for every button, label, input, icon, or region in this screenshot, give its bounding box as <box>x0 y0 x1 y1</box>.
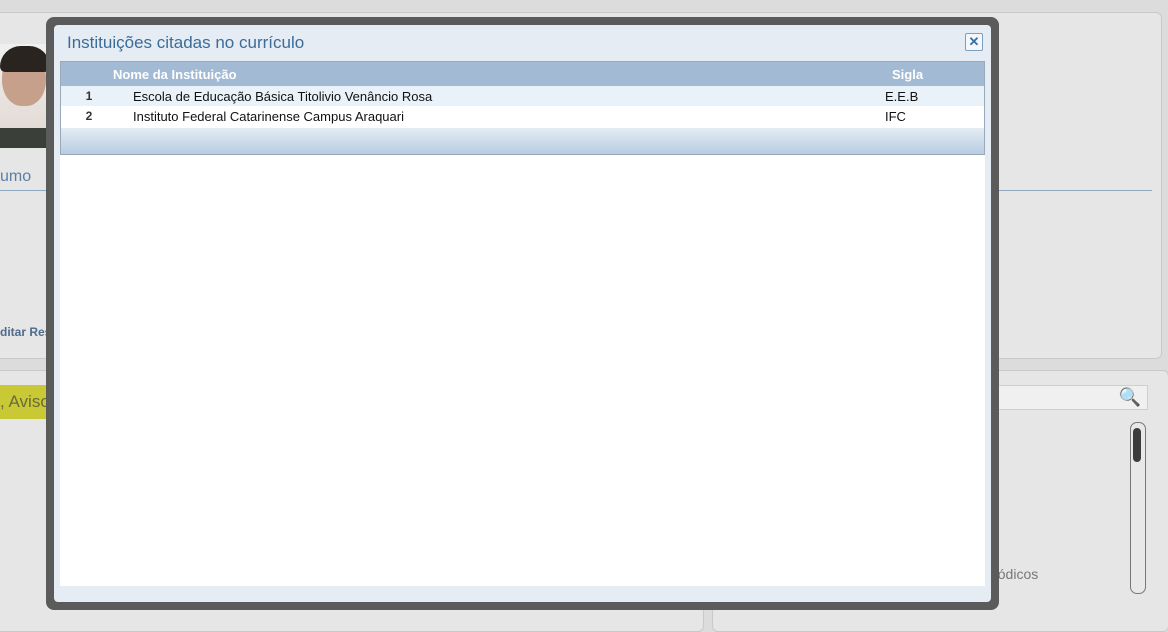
institution-name: Instituto Federal Catarinense Campus Ara… <box>133 109 404 124</box>
table-footer <box>61 128 984 154</box>
profile-photo-hair <box>0 46 50 72</box>
table-row[interactable]: 1 Escola de Educação Básica Titolivio Ve… <box>61 86 984 106</box>
institution-name: Escola de Educação Básica Titolivio Venâ… <box>133 89 433 104</box>
edit-link[interactable]: ditar Res <box>0 325 51 339</box>
table-row[interactable]: 2 Instituto Federal Catarinense Campus A… <box>61 106 984 126</box>
row-number: 2 <box>85 109 93 123</box>
dialog-title: Instituições citadas no currículo <box>67 33 305 52</box>
column-header-sigla[interactable]: Sigla <box>892 67 923 82</box>
section-heading: umo <box>0 168 32 185</box>
institutions-dialog: Instituições citadas no currículo ✕ Nome… <box>54 25 991 602</box>
institution-sigla: IFC <box>885 109 906 124</box>
table-header: Nome da Instituição Sigla <box>61 62 984 86</box>
scrollbar-thumb[interactable] <box>1133 428 1141 462</box>
institution-sigla: E.E.B <box>885 89 919 104</box>
dialog-content: Nome da Instituição Sigla 1 Escola de Ed… <box>60 61 985 586</box>
search-icon[interactable]: 🔍 <box>1118 385 1142 409</box>
profile-photo-shirt <box>0 128 50 148</box>
institutions-table: Nome da Instituição Sigla 1 Escola de Ed… <box>60 61 985 155</box>
close-icon[interactable]: ✕ <box>965 33 983 51</box>
column-header-name[interactable]: Nome da Instituição <box>113 67 237 82</box>
row-number: 1 <box>85 89 93 103</box>
